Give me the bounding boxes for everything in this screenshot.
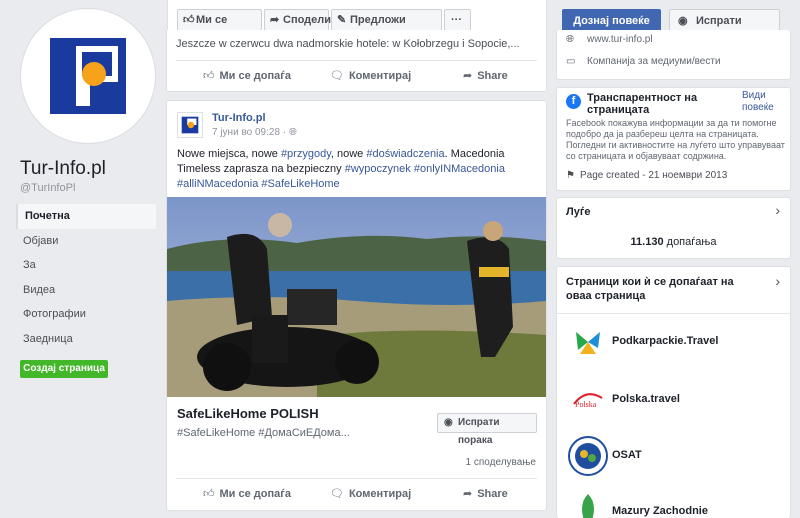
share-post-button[interactable]: ➦ Share [463, 61, 508, 91]
liked-pages-card: Страници кои ѝ се допаѓаат на оваа стран… [556, 266, 791, 518]
profile-logo [50, 38, 126, 114]
shared-link-title[interactable]: SafeLikeHome POLISH [177, 406, 319, 421]
see-more-link[interactable]: Види повеќе [742, 90, 782, 114]
shared-link-tags: #SafeLikeHome #ДомаСиЕДома... [177, 427, 350, 439]
share-post-button[interactable]: ➦ Share [463, 479, 508, 509]
post-body-text: Nowe miejsca, nowe #przygody, nowe #dośw… [177, 148, 505, 190]
post-card: Tur-Info.pl 7 јуни во 09:28 · 🌐︎ Nowe mi… [166, 100, 547, 511]
globe-icon: 🌐︎ [288, 127, 297, 138]
post-timestamp[interactable]: 7 јуни во 09:28 · 🌐︎ [212, 127, 297, 138]
hashtag-link[interactable]: #wypoczynek [345, 163, 411, 175]
liked-page-item[interactable]: Mazury Zachodnie [566, 490, 786, 518]
website-link[interactable]: 🌐︎ www.tur-info.pl [566, 34, 653, 45]
liked-page-item[interactable]: Podkarpackie.Travel [566, 320, 786, 364]
nav-item-videos[interactable]: Видеа [16, 278, 156, 303]
polska-travel-logo: Polska [572, 392, 604, 409]
liked-page-name: Podkarpackie.Travel [612, 335, 719, 347]
like-page-button[interactable]: 👍︎ Ми се допаѓа [177, 9, 262, 46]
hashtag-link[interactable]: #SafeLikeHome [261, 178, 339, 190]
mazury-logo [582, 494, 594, 518]
post-card: Jeszcze w czerwcu dwa nadmorskie hotele:… [166, 30, 547, 92]
page-transparency-card: f Транспарентност на страницата Види пов… [556, 87, 791, 191]
hashtag-link[interactable]: #alliNMacedonia [177, 178, 258, 190]
comment-button[interactable]: 🗨︎ Коментирај [330, 61, 411, 91]
send-message-button[interactable]: ◉ Испрати порака [437, 413, 537, 446]
facebook-icon: f [566, 94, 581, 109]
transparency-title: Транспарентност на страницата [587, 92, 698, 116]
chevron-right-icon[interactable]: › [775, 273, 780, 289]
comment-icon: 🗨︎ [330, 488, 344, 500]
globe-icon: 🌐︎ [566, 34, 574, 45]
share-arrow-icon: ➦ [463, 70, 473, 82]
pencil-icon: ✎ [337, 14, 347, 26]
people-title[interactable]: Луѓе [566, 206, 591, 218]
more-options-button[interactable]: ··· [444, 9, 471, 31]
hashtag-link[interactable]: #przygody [281, 148, 331, 160]
chevron-right-icon[interactable]: › [775, 202, 780, 218]
people-card: Луѓе › 11.130 допаѓања [556, 197, 791, 259]
hashtag-link[interactable]: #doświadczenia [366, 148, 444, 160]
liked-pages-title[interactable]: Страници кои ѝ се допаѓаат на оваа стран… [566, 275, 751, 303]
post-author-avatar[interactable] [177, 112, 203, 138]
podkarpackie-logo [576, 332, 600, 354]
divider [557, 313, 790, 314]
osat-logo [568, 436, 608, 476]
folder-icon: ▭ [566, 56, 576, 67]
liked-page-name: OSAT [612, 449, 642, 461]
like-post-button[interactable]: 👍︎ Ми се допаѓа [203, 479, 291, 509]
left-sidebar: Tur-Info.pl @TurInfoPl Почетна Објави За… [0, 0, 160, 518]
hashtag-link[interactable]: #onlyINMacedonia [414, 163, 505, 175]
page-likes-count: 11.130 допаѓања [630, 236, 717, 248]
post-author-link[interactable]: Tur-Info.pl [212, 112, 266, 124]
liked-page-item[interactable]: OSAT [566, 434, 786, 478]
share-arrow-icon: ➦ [463, 488, 473, 500]
category-link[interactable]: ▭ Компанија за медиуми/вести [566, 56, 721, 67]
liked-page-item[interactable]: Polska Polska.travel [566, 378, 786, 422]
nav-item-community[interactable]: Заедница [16, 327, 156, 352]
flag-icon: ⚑ [566, 170, 575, 181]
page-title: Tur-Info.pl [20, 158, 106, 179]
create-page-button[interactable]: Создај страница [20, 360, 108, 378]
svg-text:Polska: Polska [575, 400, 597, 409]
nav-item-home[interactable]: Почетна [16, 204, 156, 229]
nav-item-about[interactable]: За [16, 253, 156, 278]
post-video-thumbnail[interactable] [167, 197, 546, 397]
liked-page-name: Polska.travel [612, 393, 680, 405]
about-card: 🌐︎ www.tur-info.pl ▭ Компанија за медиуми/… [556, 30, 791, 80]
messenger-icon: ◉ [444, 417, 453, 428]
liked-page-name: Mazury Zachodnie [612, 505, 708, 517]
suggest-edits-button[interactable]: ✎ Предложи измени [331, 9, 442, 46]
page-nav: Почетна Објави За Видеа Фотографии Заедн… [16, 204, 156, 351]
thumbs-up-icon: 👍︎ [203, 70, 215, 82]
post-actions: 👍︎ Ми се допаѓа 🗨︎ Коментирај ➦ Share [176, 60, 537, 90]
comment-button[interactable]: 🗨︎ Коментирај [330, 479, 411, 509]
thumbs-up-icon: 👍︎ [203, 488, 215, 500]
nav-item-posts[interactable]: Објави [16, 229, 156, 254]
comment-icon: 🗨︎ [330, 70, 344, 82]
post-actions: 👍︎ Ми се допаѓа 🗨︎ Коментирај ➦ Share [176, 478, 537, 508]
share-arrow-icon: ➦ [270, 14, 280, 26]
post-snippet: Jeszcze w czerwcu dwa nadmorskie hotele:… [176, 38, 520, 50]
page-created-date: ⚑ Page created - 21 ноември 2013 [566, 170, 728, 181]
share-page-button[interactable]: ➦ Сподели [264, 9, 331, 31]
share-count[interactable]: 1 споделување [466, 457, 536, 468]
transparency-description: Facebook покажува информации за да ти по… [566, 118, 785, 161]
thumbs-up-icon: 👍︎ [183, 14, 195, 26]
like-post-button[interactable]: 👍︎ Ми се допаѓа [203, 61, 291, 91]
messenger-icon: ◉ [678, 15, 688, 27]
page-handle[interactable]: @TurInfoPl [20, 182, 75, 194]
nav-item-photos[interactable]: Фотографии [16, 302, 156, 327]
